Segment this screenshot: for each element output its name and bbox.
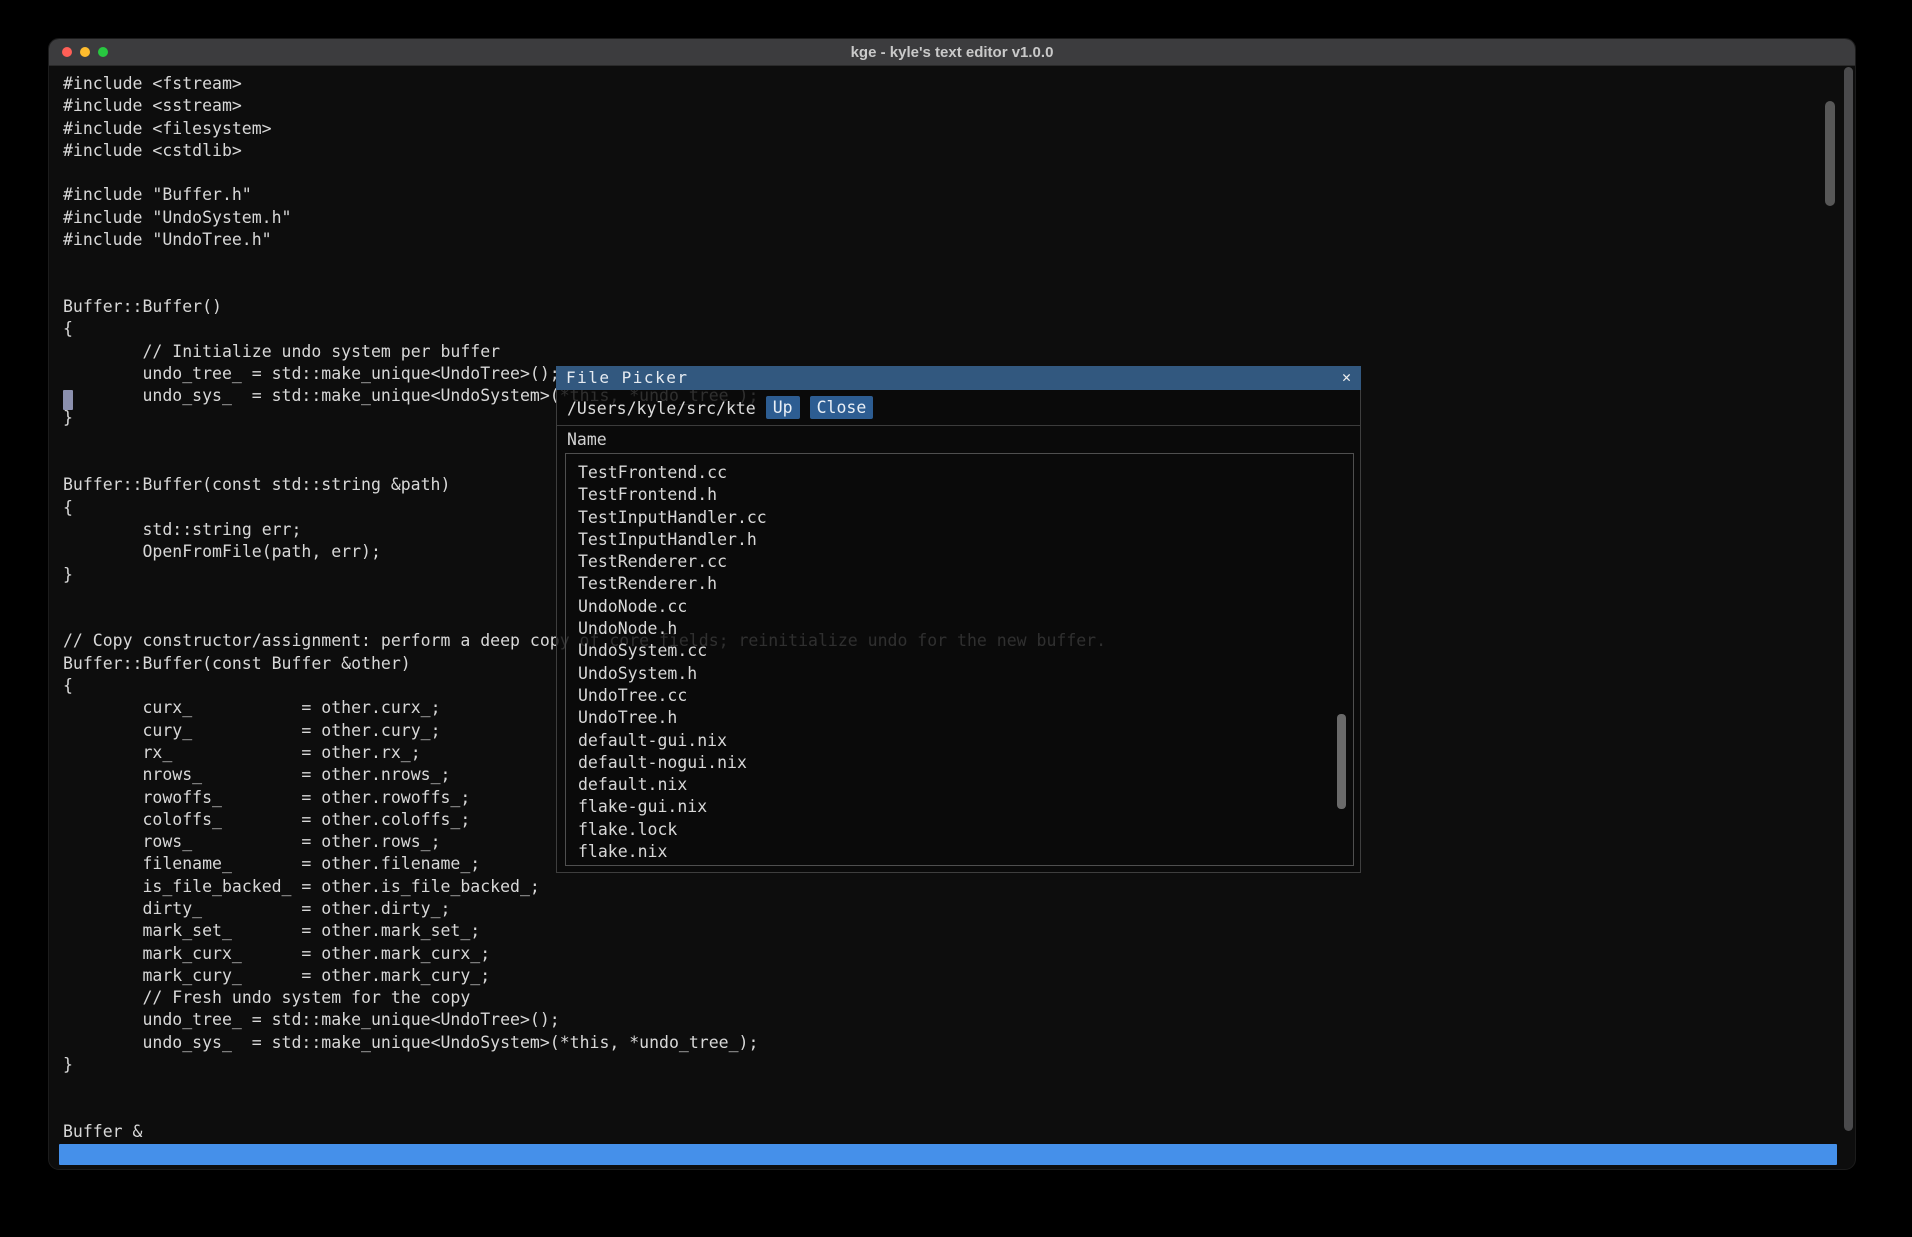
path-row: /Users/kyle/src/kte Up Close xyxy=(567,396,1350,422)
status-bar: kge v1.0.0 [1/1] Buffer.cc 486L Open Fil… xyxy=(59,1144,1837,1165)
file-list-item[interactable]: TestRenderer.cc xyxy=(566,551,1353,573)
code-line: Buffer & xyxy=(63,1121,1106,1143)
editor-scrollbar-thumb[interactable] xyxy=(1825,101,1835,206)
file-list-item[interactable]: TestFrontend.h xyxy=(566,484,1353,506)
file-list-item[interactable]: UndoTree.cc xyxy=(566,685,1353,707)
code-line: Buffer::Buffer() xyxy=(63,296,1106,318)
code-line: mark_curx_ = other.mark_curx_; xyxy=(63,943,1106,965)
code-line: // Initialize undo system per buffer xyxy=(63,341,1106,363)
code-line xyxy=(63,1099,1106,1121)
text-cursor xyxy=(63,390,73,410)
code-line: #include "Buffer.h" xyxy=(63,184,1106,206)
file-list-item[interactable]: flake.lock xyxy=(566,819,1353,841)
code-line xyxy=(63,1076,1106,1098)
file-list-items: TestFrontend.ccTestFrontend.hTestInputHa… xyxy=(566,454,1353,863)
file-list-item[interactable]: TestInputHandler.cc xyxy=(566,507,1353,529)
code-line: } xyxy=(63,1054,1106,1076)
app-window: kge - kyle's text editor v1.0.0 #include… xyxy=(48,38,1856,1170)
code-line: #include "UndoSystem.h" xyxy=(63,207,1106,229)
code-line: #include <filesystem> xyxy=(63,118,1106,140)
code-line: undo_sys_ = std::make_unique<UndoSystem>… xyxy=(63,1032,1106,1054)
dialog-close-icon[interactable]: ✕ xyxy=(1342,366,1351,390)
file-list-item[interactable]: flake-gui.nix xyxy=(566,796,1353,818)
current-path: /Users/kyle/src/kte xyxy=(567,399,756,418)
file-list-item[interactable]: default-nogui.nix xyxy=(566,752,1353,774)
code-line xyxy=(63,251,1106,273)
code-line: #include "UndoTree.h" xyxy=(63,229,1106,251)
file-list-item[interactable]: TestRenderer.h xyxy=(566,573,1353,595)
code-line: #include <fstream> xyxy=(63,73,1106,95)
code-line: #include <cstdlib> xyxy=(63,140,1106,162)
file-picker-title: File Picker xyxy=(566,366,688,390)
file-list-item[interactable]: default-gui.nix xyxy=(566,730,1353,752)
window-scrollbar-track[interactable] xyxy=(1844,67,1853,1131)
file-list-item[interactable]: flake.nix xyxy=(566,841,1353,863)
minimize-window-icon[interactable] xyxy=(80,47,90,57)
up-button[interactable]: Up xyxy=(766,396,800,419)
file-list-scrollbar-thumb[interactable] xyxy=(1337,714,1346,809)
code-line: #include <sstream> xyxy=(63,95,1106,117)
file-list-item[interactable]: UndoTree.h xyxy=(566,707,1353,729)
status-version-file: kge v1.0.0 [1/1] Buffer.cc 486L xyxy=(64,1165,372,1170)
code-line xyxy=(63,162,1106,184)
close-window-icon[interactable] xyxy=(62,47,72,57)
file-list-item[interactable]: TestFrontend.cc xyxy=(566,462,1353,484)
zoom-window-icon[interactable] xyxy=(98,47,108,57)
file-list-item[interactable]: default.nix xyxy=(566,774,1353,796)
file-picker-dialog: File Picker ✕ /Users/kyle/src/kte Up Close… xyxy=(556,366,1361,873)
divider xyxy=(557,425,1360,426)
file-list-item[interactable]: UndoSystem.cc xyxy=(566,640,1353,662)
file-list-item[interactable]: TestInputHandler.h xyxy=(566,529,1353,551)
file-picker-titlebar[interactable]: File Picker ✕ xyxy=(556,366,1361,390)
code-line: mark_cury_ = other.mark_cury_; xyxy=(63,965,1106,987)
code-line: mark_set_ = other.mark_set_; xyxy=(63,920,1106,942)
file-list-item[interactable]: UndoNode.cc xyxy=(566,596,1353,618)
name-column-header: Name xyxy=(567,430,607,449)
code-line xyxy=(63,274,1106,296)
window-titlebar[interactable]: kge - kyle's text editor v1.0.0 xyxy=(49,39,1855,66)
code-line: undo_tree_ = std::make_unique<UndoTree>(… xyxy=(63,1009,1106,1031)
code-line: // Fresh undo system for the copy xyxy=(63,987,1106,1009)
close-button[interactable]: Close xyxy=(810,396,874,419)
code-line: is_file_backed_ = other.is_file_backed_; xyxy=(63,876,1106,898)
file-list-item[interactable]: UndoSystem.h xyxy=(566,663,1353,685)
file-list-item[interactable]: UndoNode.h xyxy=(566,618,1353,640)
code-line: dirty_ = other.dirty_; xyxy=(63,898,1106,920)
code-line: { xyxy=(63,318,1106,340)
file-list: TestFrontend.ccTestFrontend.hTestInputHa… xyxy=(565,453,1354,866)
traffic-lights xyxy=(49,47,108,57)
window-title: kge - kyle's text editor v1.0.0 xyxy=(49,44,1855,61)
